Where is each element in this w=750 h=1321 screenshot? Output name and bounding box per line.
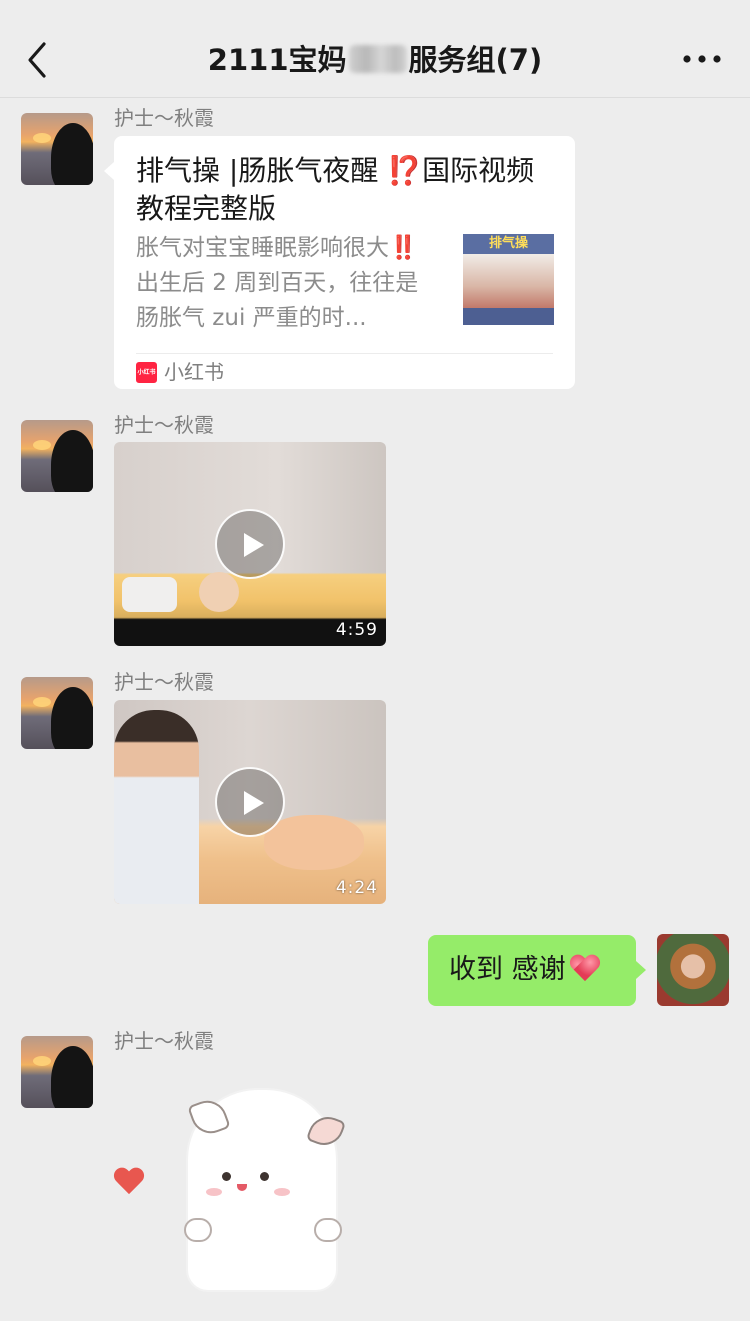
- link-description: 胀气对宝宝睡眠影响很大‼️ 出生后 2 周到百天，往往是肠胀气 zui 严重的时…: [136, 235, 419, 331]
- avatar-silhouette: [51, 430, 93, 492]
- sender-avatar[interactable]: [21, 113, 93, 185]
- blurred-name-region: [348, 45, 407, 73]
- thumbnail-scene: [463, 254, 554, 308]
- self-message-text: 收到 感谢: [449, 951, 600, 989]
- sticker-eye-left: [222, 1172, 231, 1181]
- chat-title: 2111宝妈 服务组(7): [110, 40, 640, 80]
- heart-emoji-icon: [570, 955, 600, 983]
- self-avatar[interactable]: [657, 934, 729, 1006]
- avatar-silhouette: [51, 687, 93, 749]
- self-message-bubble[interactable]: 收到 感谢: [428, 935, 646, 1006]
- link-thumbnail: 排气操: [463, 234, 554, 325]
- link-source: 小红书: [164, 360, 224, 384]
- sender-name: 护士～秋霞: [114, 413, 214, 437]
- self-message-content: 收到 感谢: [449, 954, 566, 985]
- more-button[interactable]: [682, 44, 722, 74]
- avatar-silhouette: [51, 123, 93, 185]
- more-horizontal-icon: [683, 55, 721, 63]
- sender-avatar[interactable]: [21, 677, 93, 749]
- sender-name: 护士～秋霞: [114, 106, 214, 130]
- sender-name: 护士～秋霞: [114, 1029, 214, 1053]
- video-scene-object: [122, 577, 177, 612]
- play-icon[interactable]: [215, 509, 285, 579]
- link-title: 排气操 |肠胀气夜醒 ⁉️国际视频教程完整版: [136, 154, 535, 225]
- sticker-paw-right: [314, 1218, 342, 1242]
- sticker-paw-left: [184, 1218, 212, 1242]
- avatar-sun: [33, 697, 51, 707]
- thumbnail-caption: 排气操: [463, 234, 554, 254]
- sticker-blush-left: [206, 1188, 222, 1196]
- sender-name: 护士～秋霞: [114, 670, 214, 694]
- chat-title-suffix: 服务组(7): [408, 43, 543, 77]
- avatar-sun: [33, 440, 51, 450]
- chat-header: 2111宝妈 服务组(7): [0, 0, 750, 98]
- chat-title-prefix: 2111宝妈: [207, 43, 347, 77]
- link-card[interactable]: 排气操 |肠胀气夜醒 ⁉️国际视频教程完整版 胀气对宝宝睡眠影响很大‼️ 出生后…: [104, 136, 575, 389]
- avatar-sun: [33, 1056, 51, 1066]
- video-scene-person: [114, 710, 199, 904]
- heart-icon: [114, 1168, 144, 1198]
- link-divider: [136, 353, 553, 354]
- chevron-left-icon: [28, 42, 46, 78]
- avatar-sun: [33, 133, 51, 143]
- sticker-blush-right: [274, 1188, 290, 1196]
- video-duration: 4:59: [335, 620, 378, 640]
- sender-avatar[interactable]: [21, 420, 93, 492]
- avatar-silhouette: [51, 1046, 93, 1108]
- hamster-sticker[interactable]: [114, 1090, 347, 1290]
- video-duration: 4:24: [335, 878, 378, 898]
- video-scene-baby: [264, 815, 364, 870]
- sender-avatar[interactable]: [21, 1036, 93, 1108]
- xiaohongshu-logo-icon: 小红书: [136, 362, 157, 383]
- sticker-eye-right: [260, 1172, 269, 1181]
- play-icon[interactable]: [215, 767, 285, 837]
- back-button[interactable]: [18, 38, 58, 82]
- thumbnail-footer: [463, 308, 554, 325]
- video-message[interactable]: 4:24: [114, 700, 386, 904]
- video-scene-baby: [199, 572, 239, 612]
- video-message[interactable]: 4:59: [114, 442, 386, 646]
